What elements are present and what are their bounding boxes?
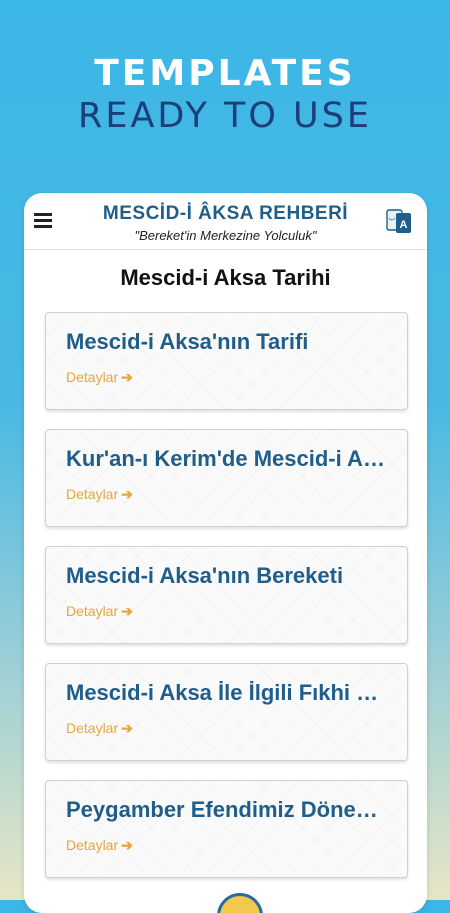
list-card[interactable]: Mescid-i Aksa'nın Tarifi Detaylar ➔: [45, 312, 408, 410]
list-card[interactable]: Mescid-i Aksa İle İlgili Fıkhi Hükümler …: [45, 663, 408, 761]
list-card[interactable]: Peygamber Efendimiz Döneminde Mescid-i A…: [45, 780, 408, 878]
svg-text:ب: ب: [389, 215, 396, 222]
card-title: Mescid-i Aksa İle İlgili Fıkhi Hükümler: [66, 680, 388, 705]
details-link[interactable]: Detaylar ➔: [66, 369, 133, 386]
promo-header: TEMPLATES READY TO USE: [0, 52, 450, 136]
arrow-right-icon: ➔: [121, 369, 133, 385]
details-label: Detaylar: [66, 720, 119, 736]
card-title: Mescid-i Aksa'nın Tarifi: [66, 329, 309, 354]
card-title: Kur'an-ı Kerim'de Mescid-i Aksa: [66, 446, 388, 471]
translate-icon[interactable]: A ب: [386, 207, 412, 235]
card-title: Peygamber Efendimiz Döneminde Mescid-i A…: [66, 797, 388, 822]
arrow-right-icon: ➔: [121, 720, 133, 736]
details-label: Detaylar: [66, 486, 119, 502]
phone-screen: MESCİD-İ ÂKSA REHBERİ "Bereket'in Merkez…: [24, 193, 427, 913]
card-title: Mescid-i Aksa'nın Bereketi: [66, 563, 344, 588]
details-label: Detaylar: [66, 369, 119, 385]
list-card[interactable]: Kur'an-ı Kerim'de Mescid-i Aksa Detaylar…: [45, 429, 408, 527]
details-link[interactable]: Detaylar ➔: [66, 837, 133, 854]
details-label: Detaylar: [66, 603, 119, 619]
arrow-right-icon: ➔: [121, 837, 133, 853]
arrow-right-icon: ➔: [121, 603, 133, 619]
svg-text:A: A: [400, 219, 408, 231]
bottom-logo-icon[interactable]: [217, 893, 263, 913]
app-bar: MESCİD-İ ÂKSA REHBERİ "Bereket'in Merkez…: [24, 193, 427, 250]
app-title: MESCİD-İ ÂKSA REHBERİ: [102, 203, 349, 224]
arrow-right-icon: ➔: [121, 486, 133, 502]
page-title: Mescid-i Aksa Tarihi: [120, 265, 331, 290]
details-link[interactable]: Detaylar ➔: [66, 603, 133, 620]
promo-title: TEMPLATES: [94, 53, 356, 94]
details-link[interactable]: Detaylar ➔: [66, 720, 133, 737]
app-subtitle: "Bereket'in Merkezine Yolculuk": [134, 228, 317, 243]
details-label: Detaylar: [66, 837, 119, 853]
promo-subtitle: READY TO USE: [78, 96, 372, 136]
details-link[interactable]: Detaylar ➔: [66, 486, 133, 503]
list-card[interactable]: Mescid-i Aksa'nın Bereketi Detaylar ➔: [45, 546, 408, 644]
